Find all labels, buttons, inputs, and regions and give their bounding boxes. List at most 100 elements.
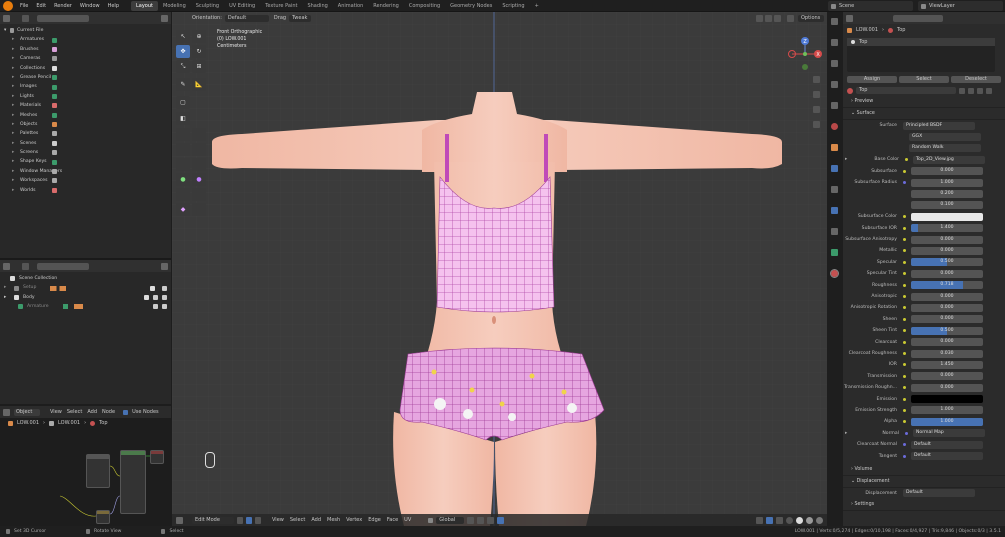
camera-view-icon[interactable] (813, 106, 820, 113)
spin-tool[interactable] (192, 158, 206, 171)
material-slot-list[interactable]: Top (847, 38, 995, 72)
property-value-field[interactable]: 0.000 (911, 235, 983, 244)
property-value-field[interactable]: 0.000 (911, 303, 983, 312)
expand-arrow-icon[interactable]: ▸ (12, 54, 20, 63)
gizmo-toggle-icon[interactable] (776, 516, 783, 524)
tab-texture-paint[interactable]: Texture Paint (260, 1, 302, 11)
tab-rendering[interactable]: Rendering (368, 1, 404, 11)
shear-tool[interactable] (192, 188, 206, 201)
volume-section-header[interactable]: › Volume (843, 464, 1005, 476)
settings-section-header[interactable]: › Settings (843, 499, 1005, 512)
smooth-tool[interactable]: ● (176, 173, 190, 186)
expand-arrow-icon[interactable]: ▸ (12, 129, 20, 138)
wrench-icon[interactable] (787, 14, 794, 22)
socket-icon[interactable] (903, 443, 906, 447)
material-name-field[interactable]: Top (856, 87, 956, 94)
tab-animation[interactable]: Animation (333, 1, 369, 11)
expand-arrow-icon[interactable]: ▸ (12, 45, 20, 54)
mirror-x-toggle[interactable] (756, 14, 763, 22)
rip-tool[interactable]: ◆ (176, 203, 190, 216)
rotate-tool[interactable]: ↻ (192, 45, 206, 58)
poly-build-tool[interactable] (176, 158, 190, 171)
tab-modeling[interactable]: Modeling (158, 1, 191, 11)
viewport-menu-view[interactable]: View (272, 517, 284, 523)
editor-type-icon[interactable] (846, 14, 853, 22)
socket-icon[interactable] (905, 158, 908, 162)
checkbox-icon[interactable] (144, 294, 149, 300)
property-value-field[interactable]: 0.030 (911, 349, 983, 358)
snap-icon[interactable] (477, 516, 485, 524)
editor-type-icon[interactable] (3, 262, 10, 270)
assign-button[interactable]: Assign (847, 76, 897, 83)
rip-region-tool[interactable] (192, 203, 206, 216)
constraints-tab-icon[interactable] (831, 228, 838, 235)
extrude-tool[interactable]: ◧ (176, 112, 190, 125)
property-value-field[interactable]: 1.450 (911, 360, 983, 369)
scale-tool[interactable]: ⤡ (176, 60, 190, 73)
socket-icon[interactable] (903, 397, 906, 401)
viewport-menu-vertex[interactable]: Vertex (346, 517, 362, 523)
data-browser-item-workspaces[interactable]: ▸ Workspaces (4, 176, 167, 185)
grid-view-icon[interactable] (813, 121, 820, 128)
property-value-field[interactable]: 1.000 (911, 178, 983, 187)
property-value-field[interactable]: 0.000 (911, 315, 983, 324)
outliner-item-body[interactable]: ▸ Body (4, 293, 167, 302)
tab-compositing[interactable]: Compositing (404, 1, 445, 11)
surface-section-header[interactable]: ⌄ Surface (843, 108, 1005, 120)
socket-icon[interactable] (903, 340, 906, 344)
socket-icon[interactable] (903, 249, 906, 253)
scene-collection-item[interactable]: Scene Collection (4, 274, 167, 283)
physics-tab-icon[interactable] (831, 207, 838, 214)
tab-uv-editing[interactable]: UV Editing (224, 1, 260, 11)
property-value-field[interactable]: Normal Map (913, 429, 985, 438)
menu-edit[interactable]: Edit (32, 0, 50, 12)
tab-scripting[interactable]: Scripting (497, 1, 529, 11)
navigation-gizmo[interactable]: Z X (787, 36, 823, 72)
viewport-menu-face[interactable]: Face (387, 517, 398, 523)
data-browser-item-collections[interactable]: ▸ Collections (4, 64, 167, 73)
property-value-field[interactable]: 0.000 (911, 269, 983, 278)
expand-arrow-icon[interactable]: ▸ (12, 101, 20, 110)
expand-arrow-icon[interactable]: ▸ (12, 73, 20, 82)
editor-type-icon[interactable] (176, 516, 183, 524)
data-browser-item-armatures[interactable]: ▸ Armatures (4, 35, 167, 44)
socket-icon[interactable] (903, 238, 906, 242)
loop-cut-tool[interactable] (176, 143, 190, 156)
add-workspace-button[interactable]: + (530, 1, 544, 11)
view-layer-selector[interactable]: ViewLayer (918, 1, 1003, 11)
3d-viewport[interactable]: Orientation: Default Drag Tweak Options … (172, 12, 827, 526)
edge-select-icon[interactable] (246, 516, 252, 524)
property-value-field[interactable]: 0.000 (911, 292, 983, 301)
menu-file[interactable]: File (16, 0, 32, 12)
proportional-edit-icon[interactable] (497, 516, 505, 524)
material-shading-icon[interactable] (806, 516, 813, 524)
distribution-dropdown[interactable]: GGX (909, 133, 981, 142)
face-select-icon[interactable] (255, 516, 261, 524)
properties-search-input[interactable] (893, 14, 943, 22)
overlay-icon[interactable] (756, 516, 763, 524)
property-value-field[interactable]: 0.000 (911, 338, 983, 347)
edge-slide-tool[interactable]: ● (192, 173, 206, 186)
fake-user-icon[interactable] (959, 87, 965, 94)
viewport-menu-select[interactable]: Select (290, 517, 305, 523)
mirror-y-toggle[interactable] (765, 14, 772, 22)
bevel-tool[interactable] (192, 128, 206, 141)
mode-dropdown[interactable]: Edit Mode (192, 516, 234, 524)
eye-icon[interactable] (153, 294, 158, 300)
property-value-field[interactable]: 0.000 (911, 167, 983, 176)
expand-arrow-icon[interactable]: ▸ (12, 111, 20, 120)
material-tab-icon[interactable] (830, 269, 839, 278)
socket-icon[interactable] (903, 363, 906, 367)
menu-render[interactable]: Render (50, 0, 76, 12)
data-browser-item-shape-keys[interactable]: ▸ Shape Keys (4, 157, 167, 166)
duplicate-icon[interactable] (968, 87, 974, 94)
socket-icon[interactable] (903, 374, 906, 378)
socket-icon[interactable] (903, 283, 906, 287)
measure-tool[interactable]: 📐 (192, 78, 206, 91)
data-browser-search-input[interactable] (37, 14, 89, 22)
xray-icon[interactable] (766, 516, 773, 524)
property-value-field[interactable] (911, 212, 983, 221)
viewport-menu-uv[interactable]: UV (404, 517, 411, 523)
property-value-field[interactable]: 1.000 (911, 406, 983, 415)
transform-tool[interactable]: ⊞ (192, 60, 206, 73)
